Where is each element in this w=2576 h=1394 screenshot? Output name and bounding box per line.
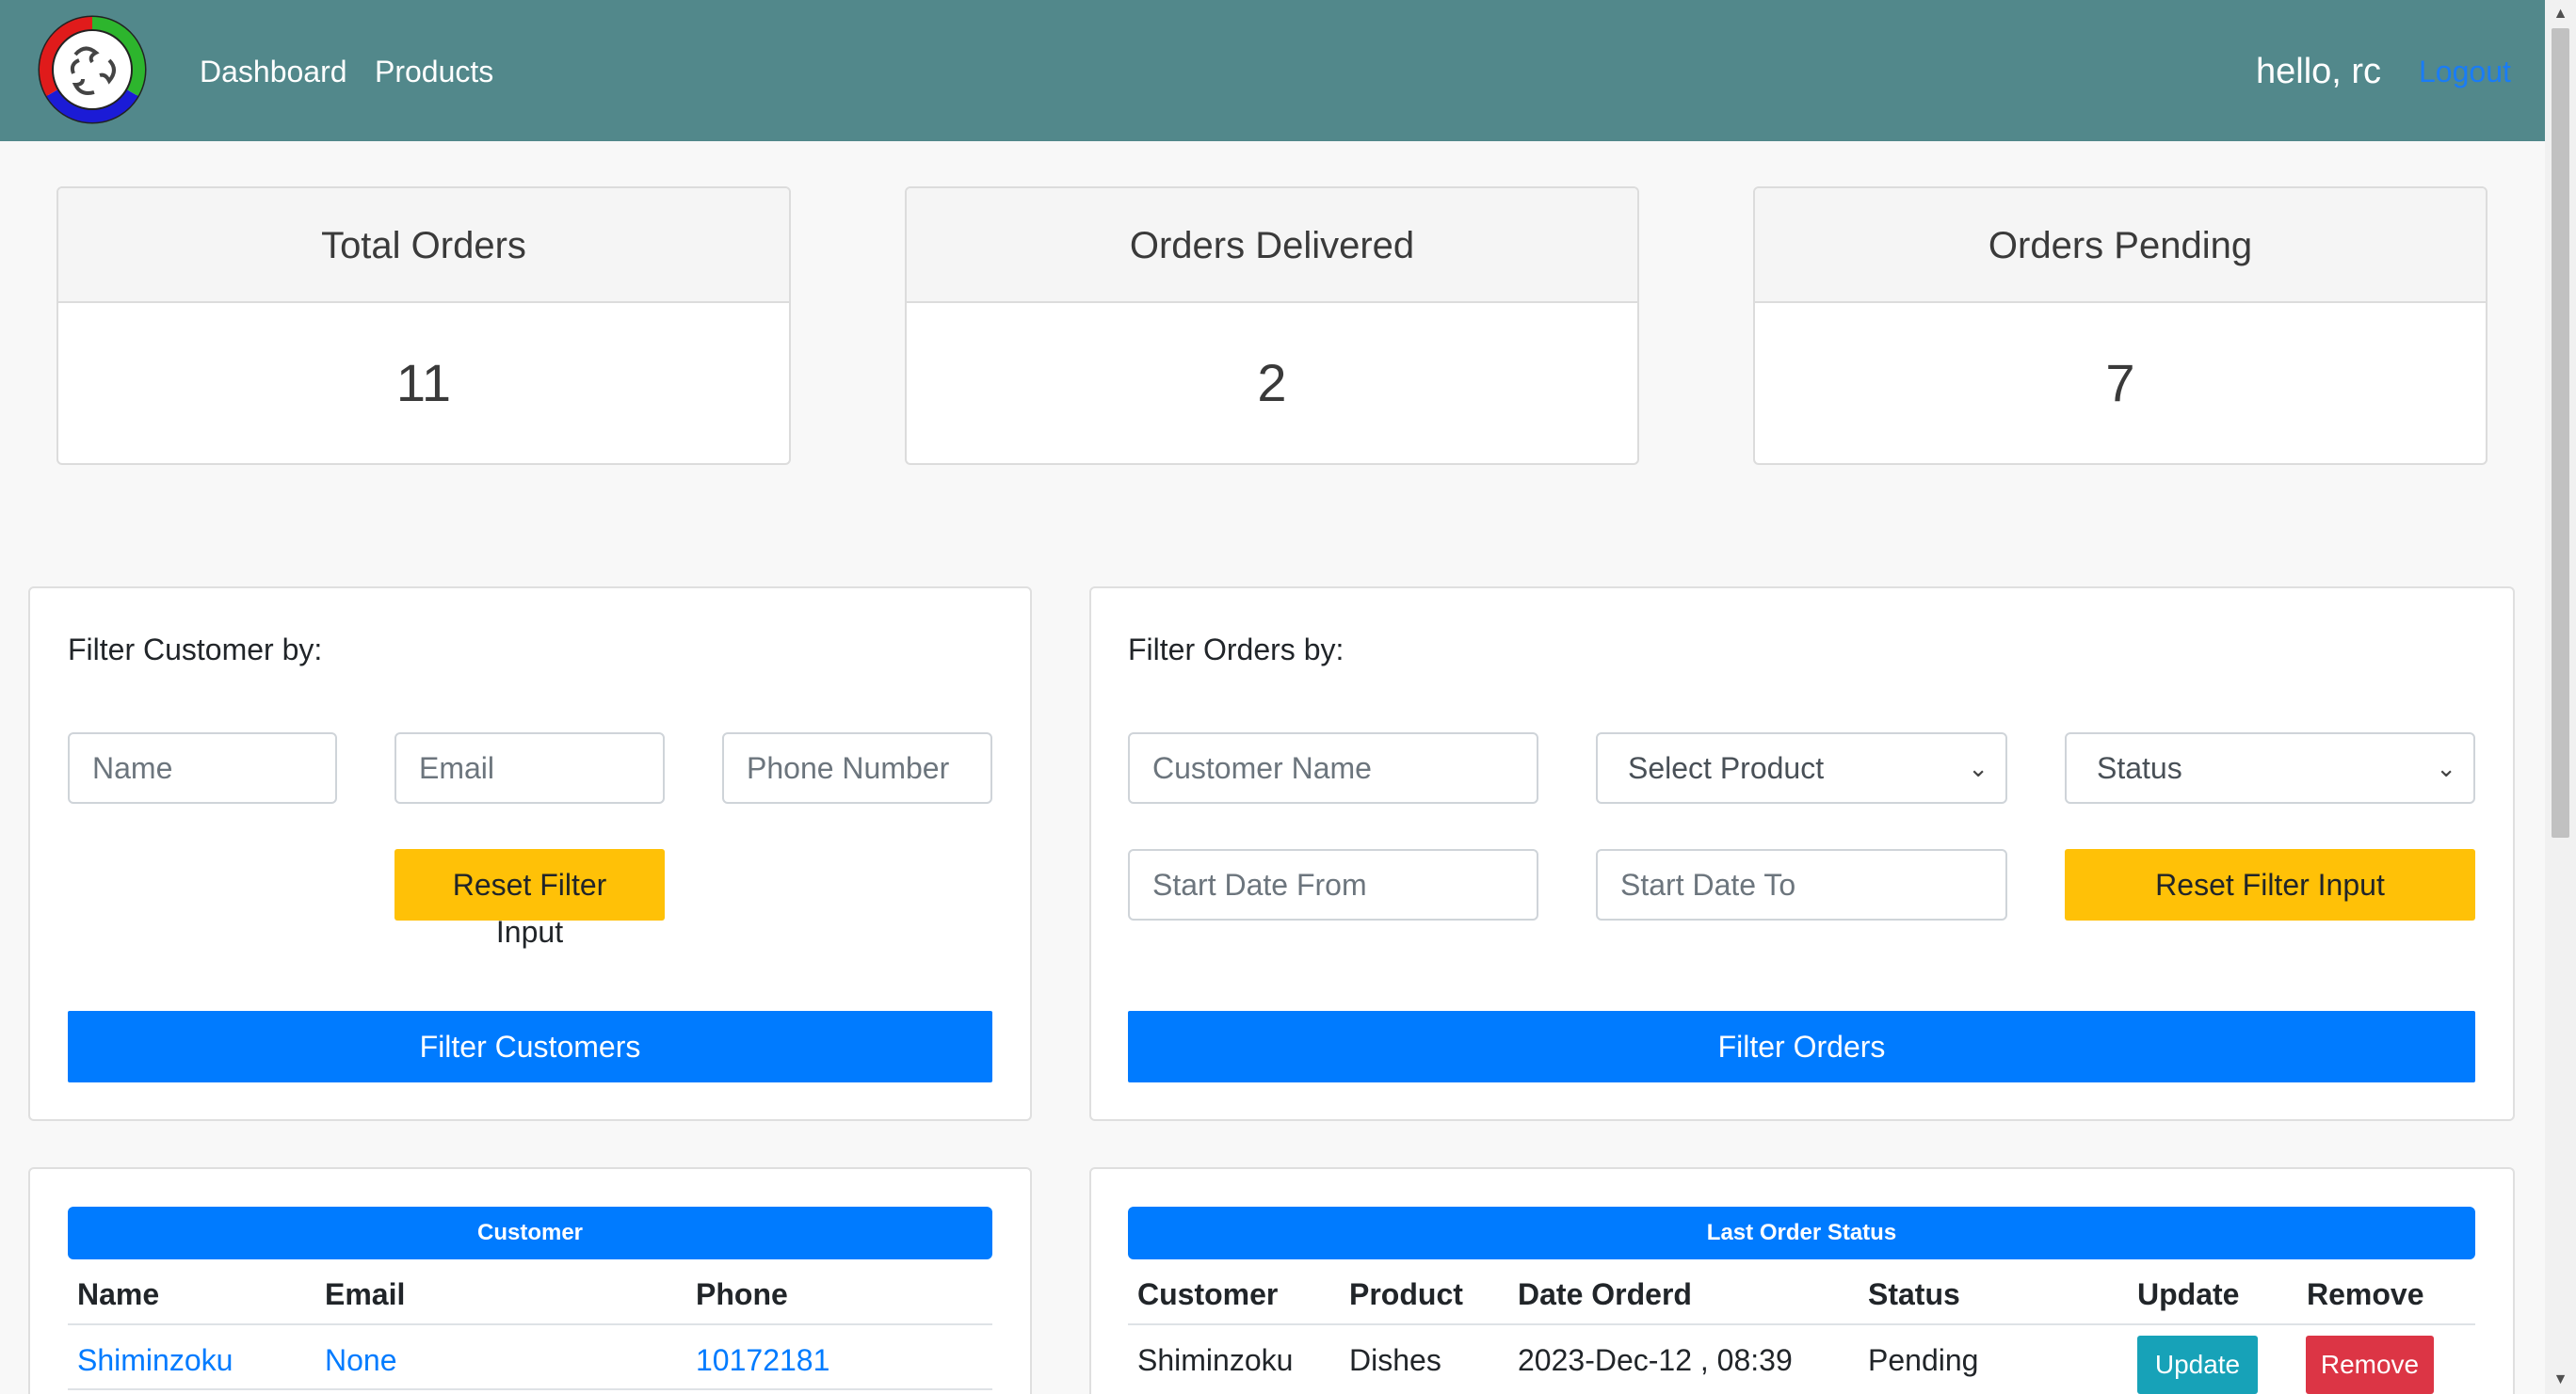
scroll-thumb[interactable] xyxy=(2552,28,2569,838)
product-select[interactable]: Select Product ⌄ xyxy=(1596,732,2007,804)
status-select[interactable]: Status ⌄ xyxy=(2065,732,2475,804)
column-header-update: Update xyxy=(2137,1277,2240,1311)
order-customer-name-input[interactable]: Customer Name xyxy=(1128,732,1538,804)
order-status-cell: Pending xyxy=(1868,1343,1979,1377)
table-divider xyxy=(68,1323,992,1325)
column-header-customer: Customer xyxy=(1137,1277,1279,1311)
column-header-email: Email xyxy=(325,1277,406,1311)
card-value: 11 xyxy=(395,353,452,412)
card-value: 7 xyxy=(2105,353,2135,412)
column-header-status: Status xyxy=(1868,1277,1960,1311)
order-product-cell: Dishes xyxy=(1349,1343,1441,1377)
column-header-phone: Phone xyxy=(696,1277,788,1311)
remove-order-button[interactable]: Remove xyxy=(2306,1336,2434,1394)
customer-email-link[interactable]: None xyxy=(325,1343,397,1378)
reset-customer-filter-button-overflow: Input xyxy=(495,915,564,949)
column-header-product: Product xyxy=(1349,1277,1463,1311)
start-date-to-input[interactable]: Start Date To xyxy=(1596,849,2007,921)
customer-table-title: Customer xyxy=(68,1207,992,1259)
customer-phone-link[interactable]: 10172181 xyxy=(696,1343,829,1378)
order-date-cell: 2023-Dec-12 , 08:39 xyxy=(1518,1343,1793,1377)
card-value: 2 xyxy=(1257,353,1287,412)
card-title: Total Orders xyxy=(58,188,789,303)
start-date-from-input[interactable]: Start Date From xyxy=(1128,849,1538,921)
logout-link[interactable]: Logout xyxy=(2419,53,2511,90)
total-orders-card: Total Orders 11 xyxy=(56,186,791,465)
table-divider xyxy=(68,1388,992,1390)
orders-pending-card: Orders Pending 7 xyxy=(1753,186,2487,465)
order-filter-label: Filter Orders by: xyxy=(1128,633,1344,666)
status-select-value: Status xyxy=(2097,751,2182,785)
top-navbar: Dashboard Products hello, rc Logout xyxy=(0,0,2545,141)
order-status-table-title: Last Order Status xyxy=(1128,1207,2475,1259)
update-order-button[interactable]: Update xyxy=(2137,1336,2258,1394)
orders-delivered-card: Orders Delivered 2 xyxy=(905,186,1639,465)
chevron-down-icon: ⌄ xyxy=(2436,754,2456,782)
order-status-panel xyxy=(1089,1167,2515,1394)
card-title: Orders Delivered xyxy=(907,188,1637,303)
table-divider xyxy=(1128,1323,2475,1325)
column-header-name: Name xyxy=(77,1277,160,1311)
customer-filter-label: Filter Customer by: xyxy=(68,633,323,666)
column-header-remove: Remove xyxy=(2307,1277,2424,1311)
chevron-down-icon: ⌄ xyxy=(1968,754,1988,782)
card-title: Orders Pending xyxy=(1755,188,2486,303)
product-select-value: Select Product xyxy=(1628,751,1825,785)
customer-email-input[interactable]: Email xyxy=(394,732,665,804)
nav-products-link[interactable]: Products xyxy=(375,53,493,90)
customer-phone-input[interactable]: Phone Number xyxy=(722,732,992,804)
reset-customer-filter-button[interactable]: Reset Filter xyxy=(394,849,665,921)
reset-order-filter-button[interactable]: Reset Filter Input xyxy=(2065,849,2475,921)
customer-name-input[interactable]: Name xyxy=(68,732,337,804)
customer-name-link[interactable]: Shiminzoku xyxy=(77,1343,233,1378)
scroll-up-arrow-icon[interactable]: ▲ xyxy=(2545,0,2576,28)
column-header-date: Date Orderd xyxy=(1518,1277,1692,1311)
nav-dashboard-link[interactable]: Dashboard xyxy=(200,53,347,90)
order-customer-cell: Shiminzoku xyxy=(1137,1343,1294,1377)
user-greeting: hello, rc xyxy=(2256,52,2382,91)
page-scrollbar[interactable]: ▲ ▼ xyxy=(2545,0,2576,1394)
scroll-down-arrow-icon[interactable]: ▼ xyxy=(2545,1366,2576,1394)
filter-orders-button[interactable]: Filter Orders xyxy=(1128,1011,2475,1082)
brand-logo-icon[interactable] xyxy=(36,13,149,126)
filter-customers-button[interactable]: Filter Customers xyxy=(68,1011,992,1082)
